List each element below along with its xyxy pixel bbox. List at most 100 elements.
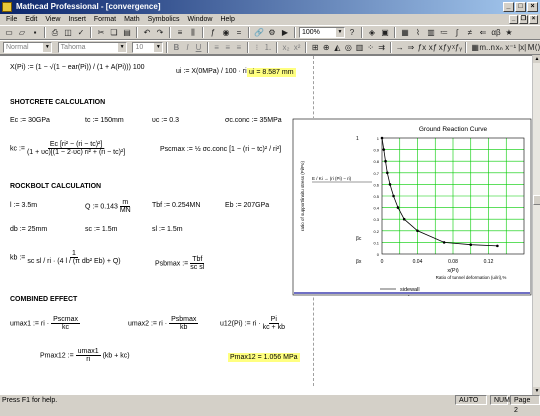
- inverse-icon[interactable]: x⁻¹: [505, 42, 516, 54]
- menu-file[interactable]: File: [2, 14, 21, 25]
- q-definition[interactable]: Q := 0.143 m MN: [85, 199, 131, 214]
- align-left-icon[interactable]: ≡: [212, 42, 222, 54]
- vc-definition[interactable]: υc := 0.3: [152, 117, 179, 124]
- font-select[interactable]: Tahoma ▼: [57, 42, 128, 53]
- pmax12-result[interactable]: Pmax12 = 1.056 MPa: [228, 353, 300, 362]
- print-icon[interactable]: ⎙: [49, 27, 61, 39]
- umax1-definition[interactable]: umax1 := ri · Pscmax kc: [10, 316, 80, 331]
- help-icon[interactable]: ?: [346, 27, 358, 39]
- pmax12-definition[interactable]: Pmax12 := umax1 ri (kb + kc): [40, 348, 130, 363]
- range-icon[interactable]: m..n: [479, 42, 495, 54]
- graph-surface-icon[interactable]: ◭: [332, 42, 342, 54]
- insert-function-icon[interactable]: ƒ: [207, 27, 219, 39]
- sc-definition[interactable]: sc := 1.5m: [85, 226, 117, 233]
- arrow-right-icon[interactable]: →: [395, 42, 405, 54]
- boolean-toolbar-icon[interactable]: ≠: [464, 27, 476, 39]
- new-icon[interactable]: ▭: [3, 27, 15, 39]
- menu-format[interactable]: Format: [90, 14, 120, 25]
- doc-minimize-button[interactable]: _: [509, 15, 518, 24]
- resource-center-icon[interactable]: ◈: [366, 27, 378, 39]
- bold-icon[interactable]: B: [171, 42, 181, 54]
- subscript-index-icon[interactable]: xₙ: [494, 42, 504, 54]
- greek-toolbar-icon[interactable]: αβ: [490, 27, 502, 39]
- menu-help[interactable]: Help: [216, 14, 238, 25]
- bullets-icon[interactable]: ⁝: [252, 42, 262, 54]
- programming-toolbar-icon[interactable]: ⇐: [477, 27, 489, 39]
- graph-toolbar-icon[interactable]: ⌇: [412, 27, 424, 39]
- font-size-select[interactable]: 10 ▼: [132, 42, 164, 53]
- italic-icon[interactable]: I: [182, 42, 192, 54]
- save-icon[interactable]: ▪: [29, 27, 41, 39]
- umax2-definition[interactable]: umax2 := ri · Psbmax kb: [128, 316, 199, 331]
- align-right-icon[interactable]: ≡: [234, 42, 244, 54]
- arrow-double-icon[interactable]: ⇒: [406, 42, 416, 54]
- insert-unit-icon[interactable]: ◉: [220, 27, 232, 39]
- graph-xy-icon[interactable]: ⊞: [310, 42, 320, 54]
- style-select[interactable]: Normal ▼: [3, 42, 53, 53]
- xfy-icon[interactable]: xƒy: [439, 42, 451, 54]
- graph-contour-icon[interactable]: ◎: [343, 42, 353, 54]
- scroll-up-button[interactable]: ▲: [533, 55, 540, 63]
- determinant-icon[interactable]: |x|: [517, 42, 527, 54]
- pscmax-definition[interactable]: Pscmax := ½ σc.conc [1 − (ri − tc)² / ri…: [160, 146, 281, 153]
- xfy-alt-icon[interactable]: ᵡƒᵧ: [452, 42, 462, 54]
- scroll-down-button[interactable]: ▼: [533, 387, 540, 395]
- tbf-definition[interactable]: Tbf := 0.254MN: [152, 202, 200, 209]
- underline-icon[interactable]: U: [194, 42, 204, 54]
- psbmax-definition[interactable]: Psbmax := Tbf sc sl: [155, 256, 205, 271]
- graph-vector-icon[interactable]: ⇉: [377, 42, 387, 54]
- zoom-select[interactable]: 100% ▼: [299, 27, 345, 38]
- maximize-button[interactable]: □: [515, 2, 526, 12]
- symbolic-toolbar-icon[interactable]: ★: [503, 27, 515, 39]
- db-definition[interactable]: db := 25mm: [10, 226, 47, 233]
- ec-definition[interactable]: Ec := 30GPa: [10, 117, 50, 124]
- cut-icon[interactable]: ✂: [95, 27, 107, 39]
- spellcheck-icon[interactable]: ✓: [75, 27, 87, 39]
- doc-restore-button[interactable]: ❐: [519, 15, 528, 24]
- align-center-icon[interactable]: ≡: [223, 42, 233, 54]
- tc-definition[interactable]: tc := 150mm: [85, 117, 124, 124]
- calculate-icon[interactable]: =: [233, 27, 245, 39]
- ground-reaction-curve-plot[interactable]: 0 0.04 0.08 0.12 0 0.1 0.2 0.3 0.4 0.5 0.6 0.7 0.8 0.…: [292, 118, 532, 296]
- fx-icon[interactable]: ƒx: [417, 42, 427, 54]
- copy-icon[interactable]: ❏: [108, 27, 120, 39]
- insert-hyperlink-icon[interactable]: 🔗: [253, 27, 265, 39]
- calculator-toolbar-icon[interactable]: ▦: [399, 27, 411, 39]
- mathcad-app-icon[interactable]: [2, 2, 12, 12]
- run-script-icon[interactable]: ▶: [279, 27, 291, 39]
- kc-definition[interactable]: kc := Ec [ri² − (ri − tc)²] (1 + υc)[(1 −…: [10, 141, 125, 156]
- calculus-toolbar-icon[interactable]: ∫: [451, 27, 463, 39]
- eb-definition[interactable]: Eb := 207GPa: [225, 202, 269, 209]
- close-button[interactable]: ×: [527, 2, 538, 12]
- vertical-scrollbar[interactable]: ▲ ▼: [532, 55, 540, 395]
- x-function-definition[interactable]: X(Pi) := (1 − √(1 − ear(Pi)) / (1 + A(Pi…: [10, 64, 145, 71]
- component-wizard-icon[interactable]: ⚙: [266, 27, 278, 39]
- minimize-button[interactable]: _: [503, 2, 514, 12]
- ui-result[interactable]: ui = 8.587 mm: [247, 68, 296, 77]
- subscript-icon[interactable]: x₂: [281, 42, 291, 54]
- undo-icon[interactable]: ↶: [141, 27, 153, 39]
- kb-definition[interactable]: kb := 1 sc sl / ri · (4 l / (π db² Eb) + …: [10, 250, 121, 265]
- l-definition[interactable]: l := 3.5m: [10, 202, 37, 209]
- column-icon[interactable]: M⟨⟩: [528, 42, 540, 54]
- electronic-book-icon[interactable]: ▣: [379, 27, 391, 39]
- graph-3d-bar-icon[interactable]: ▥: [354, 42, 364, 54]
- menu-math[interactable]: Math: [120, 14, 144, 25]
- paste-icon[interactable]: ▤: [121, 27, 133, 39]
- numbering-icon[interactable]: ⒈: [263, 42, 273, 54]
- doc-close-button[interactable]: ×: [529, 15, 538, 24]
- print-preview-icon[interactable]: ◫: [62, 27, 74, 39]
- scroll-thumb[interactable]: [533, 195, 540, 205]
- evaluation-toolbar-icon[interactable]: ≔: [438, 27, 450, 39]
- redo-icon[interactable]: ↷: [154, 27, 166, 39]
- superscript-icon[interactable]: x²: [292, 42, 302, 54]
- ui-definition[interactable]: ui := X(0MPa) / 100 · ri: [176, 68, 247, 75]
- sl-definition[interactable]: sl := 1.5m: [152, 226, 183, 233]
- u12-definition[interactable]: u12(Pi) := ri · Pi kc + kb: [220, 316, 285, 331]
- open-icon[interactable]: ▱: [16, 27, 28, 39]
- graph-polar-icon[interactable]: ⊕: [321, 42, 331, 54]
- sigma-c-definition[interactable]: σc.conc := 35MPa: [225, 117, 282, 124]
- matrix-toolbar-icon[interactable]: ▥: [425, 27, 437, 39]
- align-across-icon[interactable]: ≡: [174, 27, 186, 39]
- menu-insert[interactable]: Insert: [64, 14, 90, 25]
